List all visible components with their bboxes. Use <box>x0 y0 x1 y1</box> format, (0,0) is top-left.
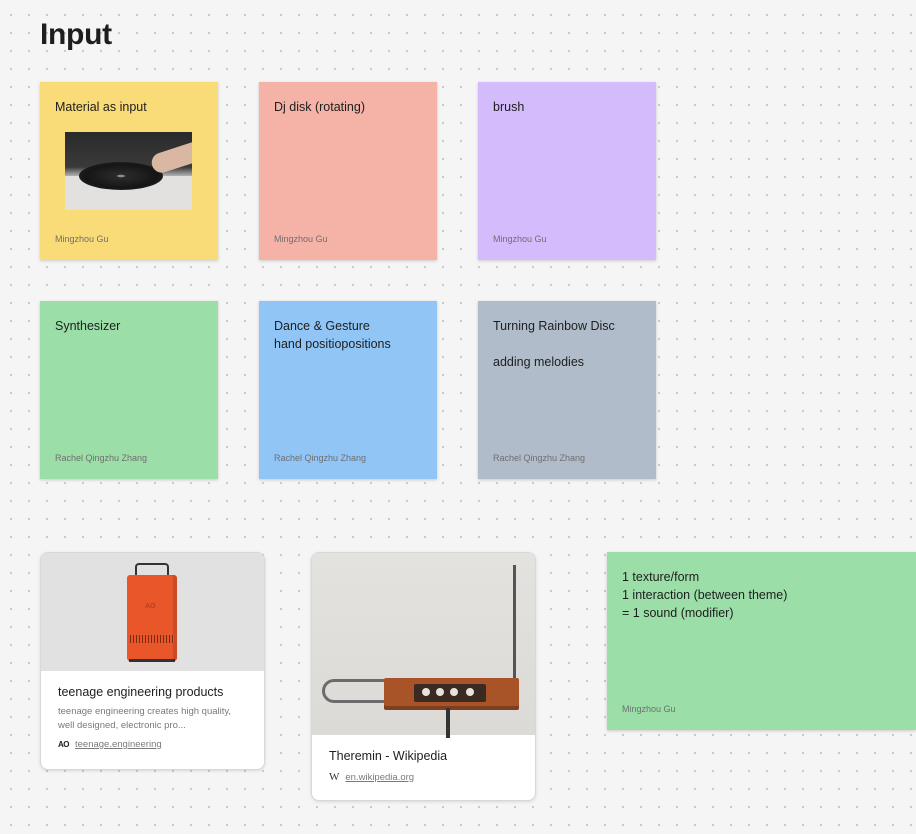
sticky-author: Mingzhou Gu <box>274 234 328 244</box>
sticky-author: Rachel Qingzhu Zhang <box>55 453 148 463</box>
link-card-theremin-wikipedia[interactable]: Theremin - Wikipedia W en.wikipedia.org <box>311 552 536 801</box>
sticky-text: Dance & Gesture hand positiopositions <box>274 319 391 351</box>
sticky-note-dj-disk[interactable]: Dj disk (rotating) Mingzhou Gu <box>259 82 437 260</box>
sticky-note-brush[interactable]: brush Mingzhou Gu <box>478 82 656 260</box>
sticky-author: Mingzhou Gu <box>55 234 109 244</box>
sticky-text: Dj disk (rotating) <box>274 100 365 114</box>
sticky-author: Rachel Qingzhu Zhang <box>274 453 367 463</box>
product-preview-image: AO <box>41 553 264 671</box>
wikipedia-logo-icon: W <box>329 771 340 783</box>
sticky-text: Synthesizer <box>55 319 121 333</box>
sticky-text: brush <box>493 100 525 114</box>
turntable-photo <box>65 132 192 210</box>
device-badge: AO <box>145 603 156 610</box>
sticky-author: Mingzhou Gu <box>622 704 676 714</box>
sticky-author: Rachel Qingzhu Zhang <box>493 453 586 463</box>
sticky-author: Mingzhou Gu <box>493 234 547 244</box>
card-description: teenage engineering creates high quality… <box>58 706 232 731</box>
card-link[interactable]: en.wikipedia.org <box>345 772 414 783</box>
card-link[interactable]: teenage.engineering <box>75 739 162 750</box>
sticky-text: Material as input <box>55 100 147 114</box>
sticky-note-material-as-input[interactable]: Material as input Mingzhou Gu <box>40 82 218 260</box>
sticky-note-rainbow-disc[interactable]: Turning Rainbow Disc adding melodies Rac… <box>478 301 656 479</box>
teenage-engineering-logo-icon: AO <box>58 740 70 749</box>
sticky-note-texture-interaction-sound[interactable]: 1 texture/form 1 interaction (between th… <box>607 552 916 730</box>
sticky-note-synthesizer[interactable]: Synthesizer Rachel Qingzhu Zhang <box>40 301 218 479</box>
theremin-preview-image <box>312 553 535 738</box>
sticky-note-dance-gesture[interactable]: Dance & Gesture hand positiopositions Ra… <box>259 301 437 479</box>
card-title: Theremin - Wikipedia <box>329 749 448 763</box>
link-card-teenage-engineering[interactable]: AO teenage engineering products teenage … <box>40 552 265 770</box>
card-title: teenage engineering products <box>58 685 224 699</box>
synth-device-image: AO <box>127 563 177 662</box>
sticky-text: Turning Rainbow Disc adding melodies <box>493 319 615 369</box>
page-title: Input <box>40 18 112 51</box>
sticky-text: 1 texture/form 1 interaction (between th… <box>622 570 788 620</box>
